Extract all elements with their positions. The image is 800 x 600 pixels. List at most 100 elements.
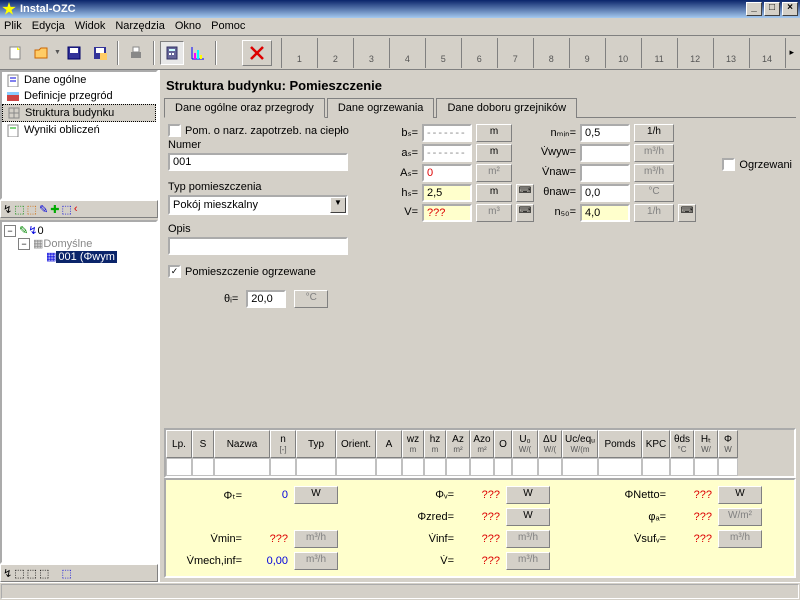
bt-4[interactable]: ⬚ bbox=[39, 567, 49, 580]
col-header[interactable]: θds°C bbox=[670, 430, 694, 458]
col-header[interactable]: S bbox=[192, 430, 214, 458]
menu-narzedzia[interactable]: Narzędzia bbox=[115, 20, 165, 33]
bt-5[interactable]: ⬚ bbox=[61, 567, 71, 580]
tab-1[interactable]: Dane ogrzewania bbox=[327, 98, 435, 118]
col-header[interactable]: ΦW bbox=[718, 430, 738, 458]
field-value[interactable]: 4,0 bbox=[580, 204, 630, 222]
unit-button[interactable]: m bbox=[476, 184, 512, 202]
menu-widok[interactable]: Widok bbox=[75, 20, 106, 33]
col-header[interactable]: n[-] bbox=[270, 430, 296, 458]
grid-cell[interactable] bbox=[494, 458, 512, 476]
tree-tool-2[interactable]: ⬚ bbox=[14, 203, 24, 216]
col-header[interactable]: ΔUW/( bbox=[538, 430, 562, 458]
tab-0[interactable]: Dane ogólne oraz przegrody bbox=[164, 98, 325, 118]
grid-cell[interactable] bbox=[402, 458, 424, 476]
bt-2[interactable]: ⬚ bbox=[14, 567, 24, 580]
combo-typ[interactable]: Pokój mieszkalny▼ bbox=[168, 195, 348, 215]
menu-okno[interactable]: Okno bbox=[175, 20, 201, 33]
field-value[interactable]: -------- bbox=[422, 124, 472, 142]
field-value[interactable]: 0 bbox=[422, 164, 472, 182]
col-header[interactable]: Nazwa bbox=[214, 430, 270, 458]
col-header[interactable]: hzm bbox=[424, 430, 446, 458]
graph-button[interactable] bbox=[186, 41, 210, 65]
close-button[interactable]: × bbox=[782, 2, 798, 16]
field-value[interactable]: 0,0 bbox=[580, 184, 630, 202]
ruler-scroll-icon[interactable]: ▸ bbox=[785, 47, 798, 58]
tree-root[interactable]: 0 bbox=[37, 225, 43, 237]
col-header[interactable]: HₜW/ bbox=[694, 430, 718, 458]
menu-plik[interactable]: Plik bbox=[4, 20, 22, 33]
field-value[interactable]: ??? bbox=[422, 204, 472, 222]
unit-button[interactable]: 1/h bbox=[634, 124, 674, 142]
grid-cell[interactable] bbox=[512, 458, 538, 476]
grid-cell[interactable] bbox=[642, 458, 670, 476]
field-value[interactable] bbox=[580, 164, 630, 182]
unit-button[interactable]: W bbox=[506, 508, 550, 526]
tree-tool-5[interactable]: ✚ bbox=[50, 203, 59, 216]
tree-tool-7[interactable]: ‹ bbox=[74, 203, 78, 215]
chk-ogrzewani[interactable] bbox=[722, 158, 735, 171]
col-header[interactable]: Uc/eqᵤW/(m bbox=[562, 430, 598, 458]
col-header[interactable]: Azom² bbox=[470, 430, 494, 458]
grid-cell[interactable] bbox=[446, 458, 470, 476]
nav-item-1[interactable]: Definicje przegród bbox=[2, 88, 156, 104]
col-header[interactable]: Lp. bbox=[166, 430, 192, 458]
col-header[interactable]: A bbox=[376, 430, 402, 458]
tree-view[interactable]: −✎ ↯ 0 −▦ Domyślne ▦ 001 (Φwym bbox=[0, 220, 158, 564]
col-header[interactable]: wzm bbox=[402, 430, 424, 458]
grid-cell[interactable] bbox=[270, 458, 296, 476]
unit-button[interactable]: m bbox=[476, 124, 512, 142]
minimize-button[interactable]: _ bbox=[746, 2, 762, 16]
collapse-icon[interactable]: − bbox=[4, 225, 16, 237]
col-header[interactable]: KPC bbox=[642, 430, 670, 458]
tree-level1[interactable]: Domyślne bbox=[43, 238, 92, 250]
grid-cell[interactable] bbox=[470, 458, 494, 476]
bt-3[interactable]: ⬚ bbox=[27, 567, 37, 580]
delete-button[interactable] bbox=[242, 40, 272, 66]
field-icon[interactable]: ⌨ bbox=[516, 204, 534, 222]
unit-button[interactable]: W bbox=[718, 486, 762, 504]
grid-cell[interactable] bbox=[694, 458, 718, 476]
grid-cell[interactable] bbox=[538, 458, 562, 476]
field-value[interactable]: 2,5 bbox=[422, 184, 472, 202]
unit-button[interactable]: W bbox=[506, 486, 550, 504]
grid-cell[interactable] bbox=[598, 458, 642, 476]
grid-cell[interactable] bbox=[718, 458, 738, 476]
grid-cell[interactable] bbox=[166, 458, 192, 476]
grid-cell[interactable] bbox=[336, 458, 376, 476]
col-header[interactable]: Azm² bbox=[446, 430, 470, 458]
grid-cell[interactable] bbox=[562, 458, 598, 476]
calc-button[interactable] bbox=[160, 41, 184, 65]
tab-2[interactable]: Dane doboru grzejników bbox=[436, 98, 577, 118]
field-value[interactable]: 0,5 bbox=[580, 124, 630, 142]
save-button[interactable] bbox=[62, 41, 86, 65]
chevron-down-icon[interactable]: ▼ bbox=[330, 197, 346, 213]
tree-tool-4[interactable]: ✎ bbox=[39, 203, 48, 216]
col-header[interactable]: O bbox=[494, 430, 512, 458]
maximize-button[interactable]: □ bbox=[764, 2, 780, 16]
field-value[interactable]: -------- bbox=[422, 144, 472, 162]
col-header[interactable]: U₀W/( bbox=[512, 430, 538, 458]
col-header[interactable]: Typ bbox=[296, 430, 336, 458]
nav-item-0[interactable]: Dane ogólne bbox=[2, 72, 156, 88]
unit-button[interactable]: W bbox=[294, 486, 338, 504]
menu-edycja[interactable]: Edycja bbox=[32, 20, 65, 33]
saveas-button[interactable] bbox=[88, 41, 112, 65]
menu-pomoc[interactable]: Pomoc bbox=[211, 20, 245, 33]
nav-item-2[interactable]: Struktura budynku bbox=[2, 104, 156, 122]
field-icon[interactable]: ⌨ bbox=[678, 204, 696, 222]
tree-tool-3[interactable]: ⬚ bbox=[27, 203, 37, 216]
grid-cell[interactable] bbox=[424, 458, 446, 476]
input-numer[interactable] bbox=[168, 153, 348, 171]
unit-button[interactable]: m bbox=[476, 144, 512, 162]
col-header[interactable]: Orient. bbox=[336, 430, 376, 458]
chk-pom-narz[interactable] bbox=[168, 124, 181, 137]
field-icon[interactable]: ⌨ bbox=[516, 184, 534, 202]
print-button[interactable] bbox=[124, 41, 148, 65]
input-opis[interactable] bbox=[168, 237, 348, 255]
field-value[interactable] bbox=[580, 144, 630, 162]
collapse-icon[interactable]: − bbox=[18, 238, 30, 250]
grid-cell[interactable] bbox=[670, 458, 694, 476]
col-header[interactable]: Pomds bbox=[598, 430, 642, 458]
input-theta-i[interactable]: 20,0 bbox=[246, 290, 286, 308]
